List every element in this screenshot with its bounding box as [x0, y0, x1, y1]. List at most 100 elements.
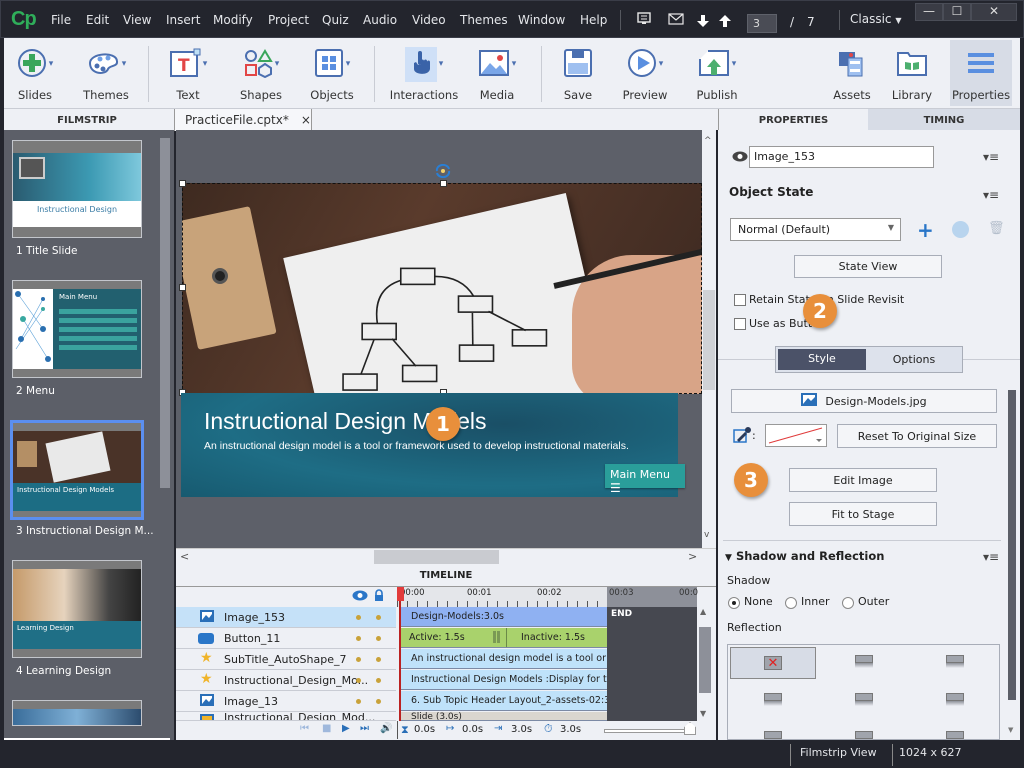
arrow-up-icon[interactable]	[719, 14, 731, 32]
tab-options[interactable]: Options	[868, 349, 960, 370]
slide-thumbnail-1[interactable]: Instructional Design	[12, 140, 142, 238]
slide-notes-icon[interactable]	[637, 12, 651, 29]
timeline-row[interactable]: Image_13	[176, 691, 396, 712]
panel-menu-icon[interactable]: ▾≡	[983, 550, 999, 564]
audio-icon[interactable]: 🔊	[380, 723, 392, 734]
reflection-option[interactable]	[764, 693, 782, 707]
slide-subtitle[interactable]: An instructional design model is a tool …	[204, 440, 629, 452]
slide-thumbnail-4[interactable]: Learning Design	[12, 560, 142, 658]
tab-timing[interactable]: TIMING	[868, 109, 1020, 131]
timeline-bar-button[interactable]: Active: 1.5s Inactive: 1.5s	[401, 628, 607, 648]
playhead[interactable]	[397, 587, 404, 601]
reflection-option[interactable]	[855, 731, 873, 739]
minimize-button[interactable]: —	[915, 3, 943, 21]
delete-state-icon[interactable]: 🗑	[988, 221, 1005, 236]
visibility-eye-icon[interactable]	[732, 151, 748, 165]
menu-help[interactable]: Help	[580, 13, 607, 27]
document-tab[interactable]: PracticeFile.cptx* ×	[174, 109, 312, 131]
maximize-button[interactable]: ☐	[943, 3, 971, 21]
lock-icon[interactable]	[374, 589, 384, 604]
object-state-select[interactable]: Normal (Default) ▼	[730, 218, 901, 241]
timeline-bar-slide[interactable]: Slide (3.0s)	[401, 712, 607, 721]
eye-icon[interactable]	[352, 590, 368, 604]
scroll-up-icon[interactable]: ^	[704, 136, 712, 146]
next-icon[interactable]: ⏭	[360, 723, 369, 734]
slides-button[interactable]: ▾ Slides	[10, 44, 60, 102]
objects-button[interactable]: ▾ Objects	[306, 44, 358, 102]
scroll-thumb[interactable]	[374, 550, 499, 564]
properties-button[interactable]: Properties	[950, 40, 1012, 106]
image-file-button[interactable]: Design-Models.jpg	[731, 389, 997, 413]
publish-button[interactable]: ▾ Publish	[690, 44, 744, 102]
resize-handle[interactable]	[440, 180, 447, 187]
scroll-right-icon[interactable]: >	[688, 550, 697, 563]
timeline-row[interactable]: ★ SubTitle_AutoShape_7	[176, 649, 396, 670]
menu-window[interactable]: Window	[518, 13, 565, 27]
panel-menu-icon[interactable]: ▾≡	[983, 188, 999, 202]
reflection-none-option[interactable]: ✕	[730, 647, 816, 679]
reflection-option[interactable]	[855, 655, 873, 669]
menu-edit[interactable]: Edit	[86, 13, 109, 27]
timeline-bar[interactable]: Design-Models:3.0s	[401, 607, 607, 627]
tab-properties[interactable]: PROPERTIES	[718, 109, 868, 131]
scroll-down-icon[interactable]: v	[704, 530, 709, 540]
slide-thumbnail-5[interactable]	[12, 700, 142, 726]
timeline-scrollbar[interactable]: ▲ ▼	[698, 607, 712, 721]
resize-handle[interactable]	[179, 284, 186, 291]
scroll-thumb[interactable]	[699, 627, 711, 693]
edit-image-button[interactable]: Edit Image	[789, 468, 937, 492]
scroll-thumb[interactable]	[1008, 390, 1016, 700]
menu-video[interactable]: Video	[412, 13, 446, 27]
menu-audio[interactable]: Audio	[363, 13, 397, 27]
timeline-bar[interactable]: 6. Sub Topic Header Layout_2-assets-02:3…	[401, 691, 607, 711]
slide-thumbnail-3-selected[interactable]: Instructional Design Models	[10, 420, 144, 520]
timeline-row[interactable]: Instructional_Design_Mod...	[176, 712, 396, 721]
state-view-button[interactable]: State View	[794, 255, 942, 278]
reflection-option[interactable]	[946, 655, 964, 669]
properties-scrollbar[interactable]: ▼	[1007, 380, 1017, 740]
reflection-option[interactable]	[855, 693, 873, 707]
media-button[interactable]: ▾ Media	[470, 44, 524, 102]
reflection-option[interactable]	[764, 731, 782, 739]
play-icon[interactable]: ▶	[342, 723, 350, 734]
stage-horizontal-scrollbar[interactable]: < >	[176, 548, 716, 565]
close-tab-icon[interactable]: ×	[301, 113, 311, 127]
rotate-handle-icon[interactable]	[434, 163, 452, 181]
arrow-down-icon[interactable]	[697, 14, 709, 32]
save-button[interactable]: Save	[556, 44, 600, 102]
object-name-input[interactable]: Image_153	[749, 146, 934, 168]
reset-original-size-button[interactable]: Reset To Original Size	[837, 424, 997, 448]
menu-view[interactable]: View	[123, 13, 151, 27]
shadow-outer-radio[interactable]	[842, 597, 854, 609]
scroll-up-icon[interactable]: ▲	[700, 607, 706, 616]
menu-modify[interactable]: Modify	[213, 13, 253, 27]
scroll-down-icon[interactable]: ▼	[700, 709, 706, 718]
retain-state-checkbox[interactable]	[734, 294, 746, 306]
main-menu-button[interactable]: Main Menu ☰	[605, 464, 685, 495]
timeline-bar[interactable]: An instructional design model is a tool …	[401, 649, 607, 669]
menu-project[interactable]: Project	[268, 13, 309, 27]
filmstrip-hscroll[interactable]	[4, 728, 170, 740]
library-button[interactable]: Library	[888, 44, 936, 102]
menu-quiz[interactable]: Quiz	[322, 13, 349, 27]
current-slide-input[interactable]: 3	[747, 14, 777, 33]
slide-thumbnail-2[interactable]: Main Menu	[12, 280, 142, 378]
eyedropper-icon[interactable]: :	[733, 426, 756, 447]
shadow-reflection-section[interactable]: ▼ Shadow and Reflection	[725, 549, 884, 563]
assets-button[interactable]: Assets	[830, 44, 874, 102]
reflection-option[interactable]	[946, 693, 964, 707]
timeline-row[interactable]: Button_11	[176, 628, 396, 649]
reflection-option[interactable]	[946, 731, 964, 739]
stage-vertical-scrollbar[interactable]: ^ v	[702, 130, 716, 548]
scroll-left-icon[interactable]: <	[180, 550, 189, 563]
zoom-slider[interactable]	[604, 729, 694, 733]
mail-icon[interactable]	[668, 13, 684, 29]
add-state-button[interactable]: +	[917, 218, 934, 242]
zoom-slider-handle[interactable]	[684, 722, 696, 735]
close-button[interactable]: ✕	[971, 3, 1017, 21]
themes-button[interactable]: ▾ Themes	[78, 44, 134, 102]
timeline-bar[interactable]: Instructional Design Models :Display for…	[401, 670, 607, 690]
resize-handle[interactable]	[179, 180, 186, 187]
tab-style[interactable]: Style	[778, 349, 866, 370]
timeline-row[interactable]: ★ Instructional_Design_Mo...	[176, 670, 396, 691]
